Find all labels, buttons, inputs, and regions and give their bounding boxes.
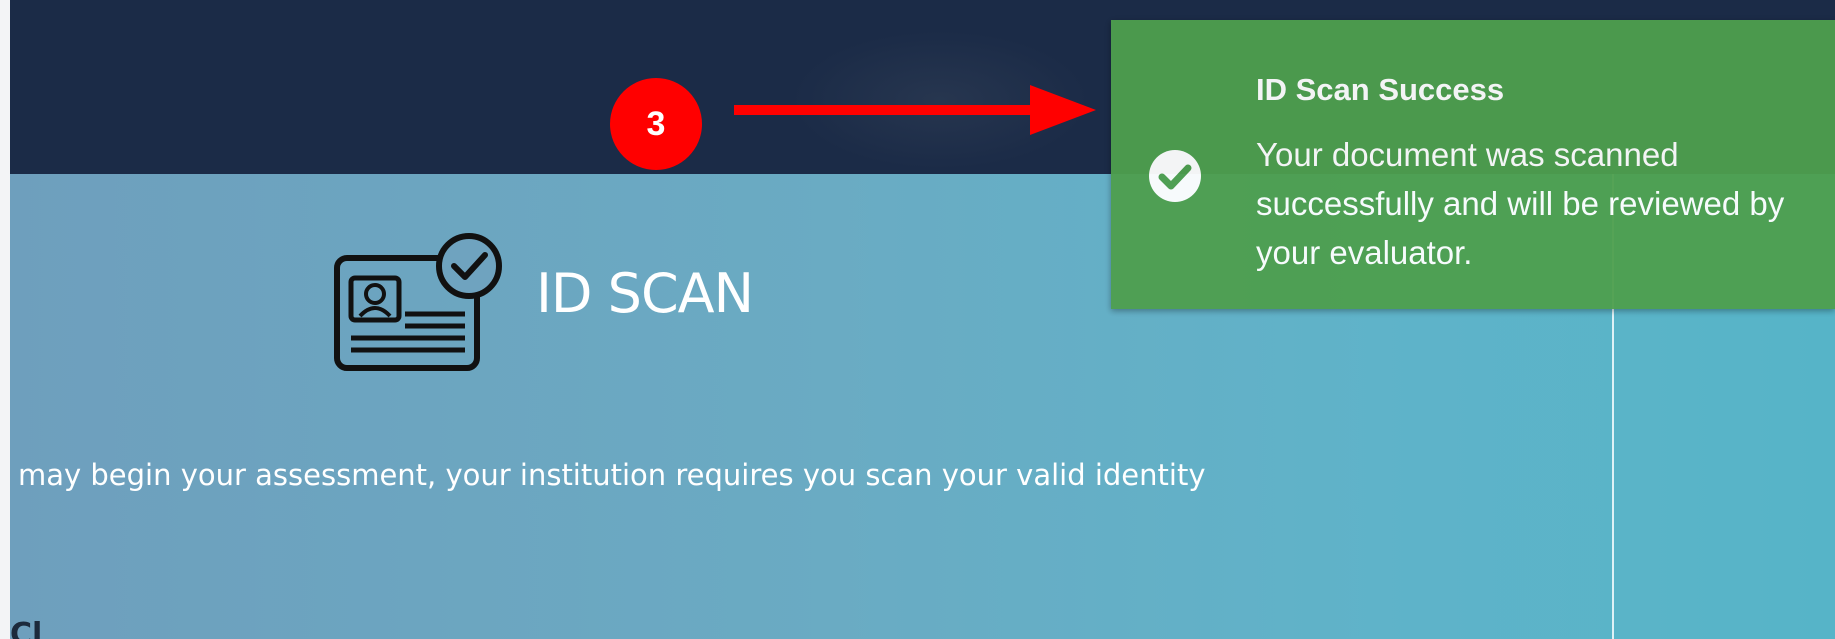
id-scan-instructions: may begin your assessment, your institut…: [18, 458, 1206, 492]
cut-off-text: Cl: [10, 617, 43, 639]
arrow-right-icon: [734, 85, 1096, 135]
toast-title: ID Scan Success: [1256, 72, 1505, 107]
success-toast[interactable]: ID Scan Success Your document was scanne…: [1111, 20, 1835, 309]
check-circle-icon: [1149, 150, 1201, 202]
step-number-badge: 3: [610, 78, 702, 170]
screenshot-frame: ID SCAN may begin your assessment, your …: [0, 0, 1835, 639]
toast-message: Your document was scanned successfully a…: [1256, 136, 1785, 271]
page-title: ID SCAN: [536, 262, 754, 325]
id-card-check-icon: [334, 233, 502, 371]
